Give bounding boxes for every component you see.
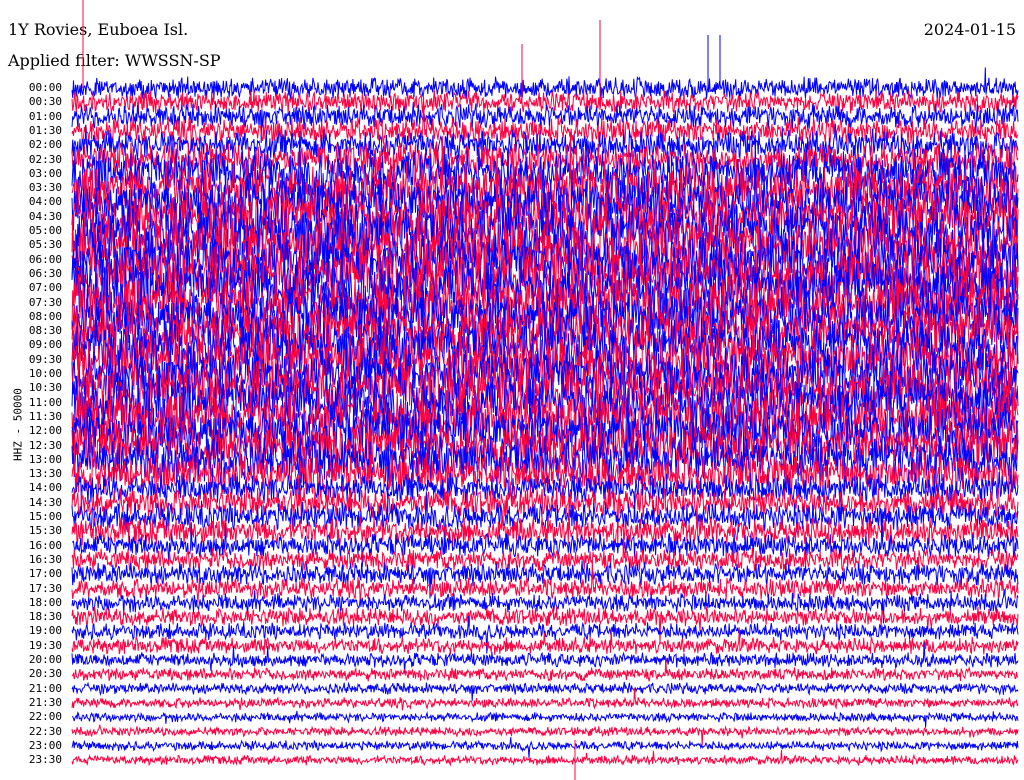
trace-2200 (71, 710, 1019, 728)
trace-2300 (71, 737, 1019, 759)
trace-2330 (71, 749, 1019, 767)
trace-2230 (71, 724, 1019, 746)
helicorder-plot (71, 0, 1019, 780)
trace-2100 (71, 681, 1019, 701)
trace-2130 (71, 688, 1019, 711)
